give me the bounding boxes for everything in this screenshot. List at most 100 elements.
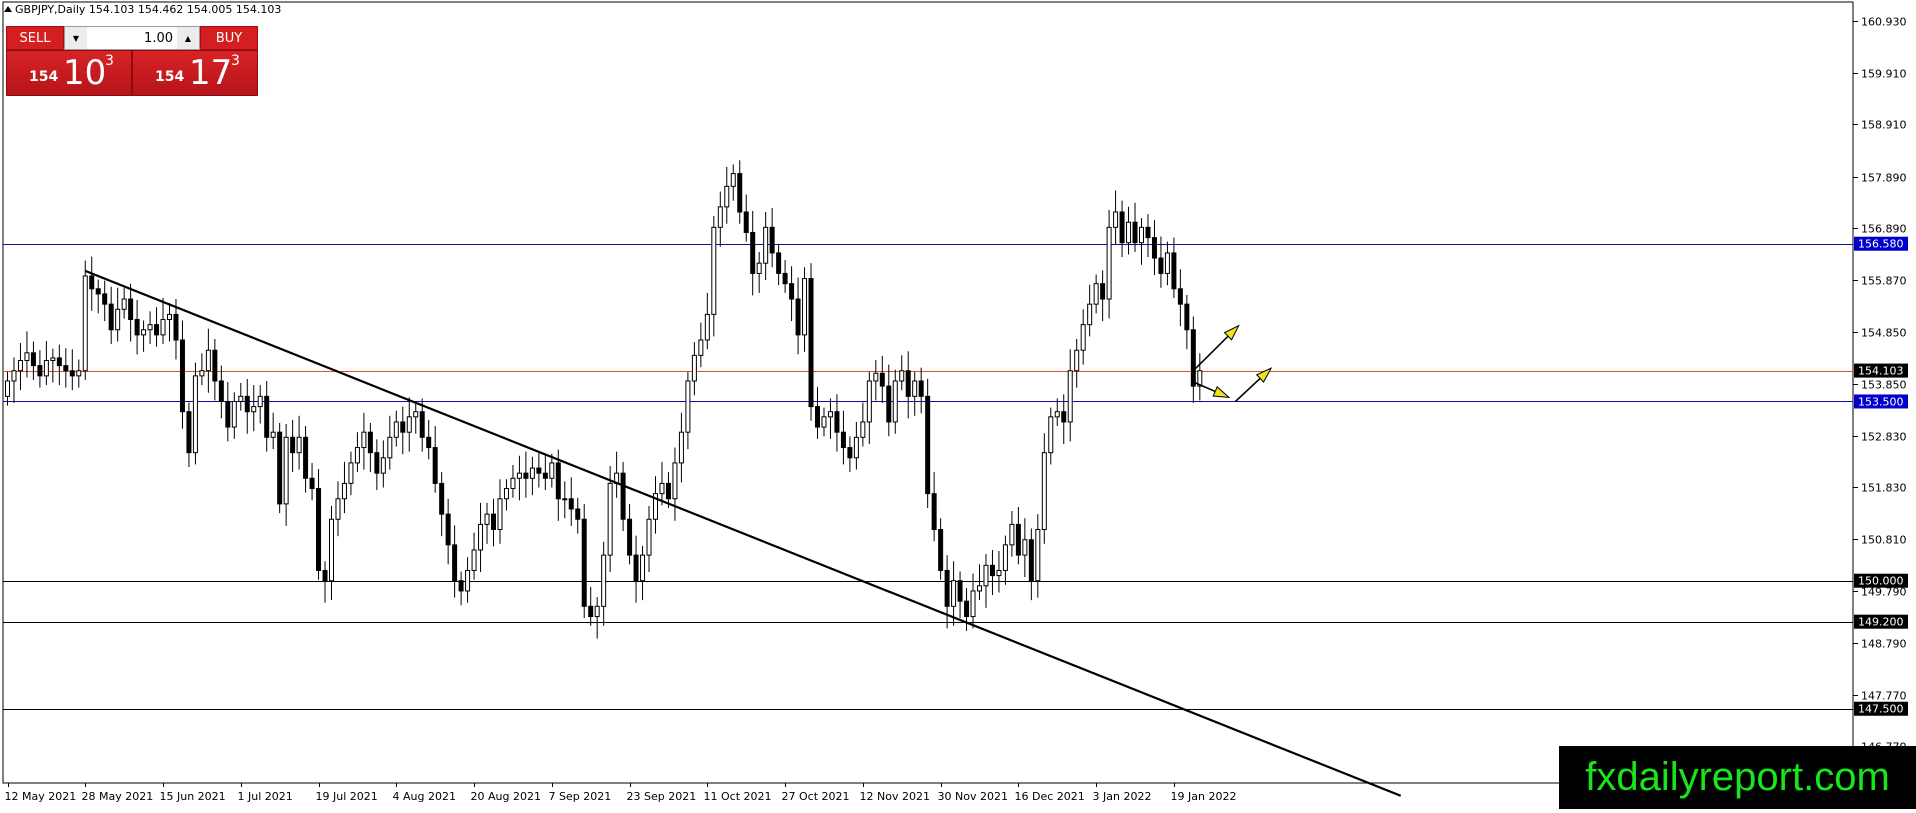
- candle-body-bull: [380, 457, 386, 474]
- candle-body-bull: [484, 513, 490, 525]
- candle-body-bull: [121, 298, 127, 310]
- candle: [925, 378, 931, 508]
- candle-body-bull: [115, 308, 121, 331]
- candle-body-bear: [37, 365, 43, 377]
- candle-body-bull: [11, 370, 17, 382]
- candle-body-bear: [1132, 221, 1138, 244]
- time-tick-label: 15 Jun 2021: [160, 790, 226, 803]
- buy-button[interactable]: BUY: [200, 26, 258, 50]
- candle-body-bull: [413, 411, 419, 418]
- candle-body-bear: [665, 482, 671, 500]
- candle-body-bull: [594, 605, 600, 618]
- candle-body-bull: [601, 554, 607, 607]
- candle-body-bull: [549, 462, 555, 479]
- candle-body-bear: [1061, 411, 1067, 423]
- candle-body-bear: [367, 431, 373, 454]
- candle-body-bull: [238, 395, 244, 402]
- candle-body-bear: [542, 472, 548, 479]
- candle-body-bull: [76, 370, 82, 377]
- price-chart[interactable]: 160.930 159.910 158.910 157.890 156.890 155.8…: [0, 0, 1916, 809]
- candle-body-bear: [1184, 303, 1190, 331]
- candle-body-bull: [1067, 370, 1073, 423]
- candle-body-bull: [698, 339, 704, 356]
- lot-size-input[interactable]: [87, 27, 177, 49]
- candle-body-bear: [1190, 329, 1196, 387]
- sell-button[interactable]: SELL: [6, 26, 64, 50]
- time-tick-label: 3 Jan 2022: [1093, 790, 1152, 803]
- candle-body-bear: [452, 544, 458, 582]
- candle-body-bear: [555, 462, 561, 500]
- candle-body-bull: [860, 421, 866, 438]
- candle-body-bull: [348, 462, 354, 484]
- candle-body-bull: [497, 498, 503, 530]
- buy-big-figure: 154: [155, 69, 185, 85]
- candle-body-bear: [750, 231, 756, 274]
- price-axis: 160.930 159.910 158.910 157.890 156.890 155.8…: [1853, 16, 1908, 754]
- candle-body-bear: [218, 380, 224, 402]
- candle-body-bear: [536, 467, 542, 474]
- candle-body-bull: [685, 380, 691, 433]
- sell-quote[interactable]: 154 10 3: [6, 50, 132, 96]
- candle-body-bull: [516, 472, 522, 479]
- candle-body-bull: [1126, 221, 1132, 244]
- candle-body-bull: [672, 462, 678, 500]
- candle-body-bull: [17, 359, 23, 372]
- candle-body-bull: [802, 278, 808, 336]
- candle-body-bear: [905, 370, 911, 397]
- candle-body-bull: [167, 313, 172, 321]
- candle-body-bear: [186, 411, 192, 454]
- candle-body-bear: [789, 283, 795, 300]
- candle-body-bull: [283, 436, 289, 505]
- candle-body-bull: [983, 564, 989, 587]
- buy-quote[interactable]: 154 17 3: [132, 50, 258, 96]
- candle: [581, 503, 587, 619]
- time-axis: 12 May 2021 28 May 2021 15 Jun 2021 1 Jul 2…: [5, 783, 1236, 803]
- candle-body-bear: [426, 436, 432, 449]
- candle-body-bull: [24, 352, 30, 361]
- candle-body-bear: [1151, 237, 1157, 259]
- candle-body-bull: [387, 436, 393, 459]
- sell-fraction: 3: [105, 53, 114, 69]
- candle-body-bear: [108, 303, 114, 331]
- candle-body-bull: [1074, 349, 1080, 372]
- price-label-level-147-5: 147.500: [1854, 701, 1908, 716]
- candle-body-bear: [134, 319, 140, 336]
- candle-body-bull: [724, 185, 730, 208]
- candle-body-bull: [1087, 303, 1093, 326]
- candle-body-bear: [309, 477, 315, 490]
- candle-body-bull: [160, 319, 166, 336]
- candle-body-bear: [102, 293, 108, 305]
- symbol-info: GBPJPY,Daily 154.103 154.462 154.005 154…: [15, 3, 282, 16]
- trade-panel-top: SELL ▼ ▲ BUY: [6, 26, 258, 50]
- candle-body-bear: [1158, 257, 1164, 274]
- candle-body-bull: [640, 554, 646, 582]
- candle-body-bear: [400, 421, 406, 433]
- candle-body-bear: [964, 600, 970, 618]
- candle-body-bull: [205, 349, 211, 372]
- candle: [808, 263, 814, 421]
- candle-body-bull: [821, 416, 827, 428]
- candle-body-bull: [1106, 226, 1112, 300]
- price-tick-label: 148.790: [1861, 638, 1907, 651]
- price-label-text: 153.500: [1858, 395, 1904, 408]
- candle-body-bull: [1041, 452, 1047, 530]
- time-tick-label: 27 Oct 2021: [782, 790, 850, 803]
- buy-fraction: 3: [231, 53, 240, 69]
- lot-increase-icon[interactable]: ▲: [177, 27, 199, 49]
- candle-body-bear: [575, 508, 581, 520]
- candle-body-bear: [419, 411, 425, 438]
- candle-body-bull: [335, 498, 341, 520]
- lot-decrease-icon[interactable]: ▼: [65, 27, 87, 49]
- candle-body-bull: [678, 431, 684, 464]
- candle-body-bear: [95, 288, 101, 295]
- candle-body-bear: [743, 211, 749, 233]
- price-tick-label: 158.910: [1861, 119, 1907, 132]
- candle-body-bear: [769, 226, 775, 254]
- chart-canvas[interactable]: 160.930 159.910 158.910 157.890 156.890 155.8…: [0, 0, 1916, 809]
- candle-body-bear: [1015, 523, 1021, 556]
- collapse-arrow-icon[interactable]: [4, 6, 12, 12]
- candle-body-bear: [568, 498, 574, 510]
- candle-body-bear: [69, 370, 75, 377]
- candle-body-bull: [730, 173, 736, 187]
- price-tick-label: 156.890: [1861, 223, 1907, 236]
